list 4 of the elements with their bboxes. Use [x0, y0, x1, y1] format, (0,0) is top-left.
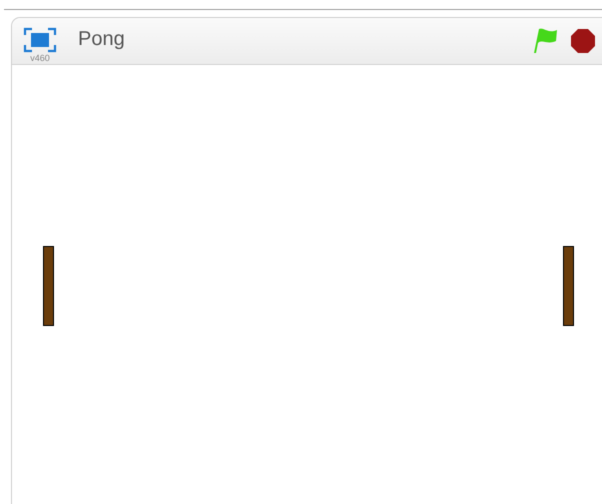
- project-title: Pong: [78, 28, 125, 50]
- fullscreen-icon[interactable]: [23, 27, 57, 53]
- stop-icon[interactable]: [570, 28, 596, 54]
- version-label: v460: [30, 53, 50, 63]
